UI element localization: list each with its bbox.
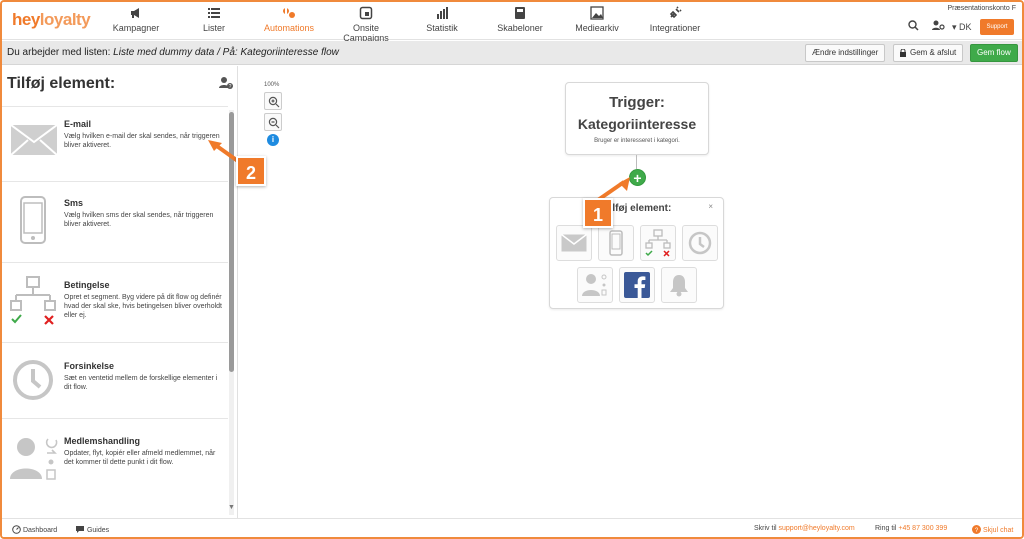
nav-label: Kampagner [112, 23, 160, 33]
svg-text:?: ? [229, 84, 232, 90]
support-email-link[interactable]: support@heyloyalty.com [779, 525, 855, 532]
heyloyalty-logo[interactable]: heyloyalty [12, 10, 91, 30]
phone-icon [609, 230, 623, 256]
element-betingelse[interactable]: Betingelse Opret et segment. Byg videre … [2, 262, 228, 342]
megaphone-icon [131, 8, 139, 18]
trigger-node[interactable]: Trigger: Kategoriinteresse Bruger er int… [565, 82, 709, 155]
popup-member-action-tile[interactable] [577, 267, 613, 303]
nav-label: Mediearkiv [575, 23, 619, 33]
popup-facebook-tile[interactable] [619, 267, 655, 303]
zoom-in-button[interactable] [264, 92, 282, 110]
add-element-popup: Tilføj element: × [549, 197, 724, 309]
user-settings-icon[interactable] [932, 20, 945, 31]
nav-label: Statistik [426, 23, 458, 33]
phone-icon [20, 196, 46, 244]
language-select[interactable]: ▾ DK [952, 22, 972, 33]
nav-statistik[interactable]: Statistik [422, 6, 462, 38]
nav-label: Automations [263, 23, 315, 33]
app-window: heyloyalty Kampagner Lister Automations … [0, 0, 1024, 539]
window-icon [359, 6, 373, 20]
zoom-in-icon [268, 96, 280, 108]
condition-branch-icon [645, 229, 671, 257]
flow-connector [636, 155, 637, 169]
nav-mediearkiv[interactable]: Mediearkiv [573, 6, 621, 38]
plug-icon [669, 6, 682, 19]
nav-kampagner[interactable]: Kampagner [110, 6, 162, 38]
element-medlemshandling[interactable]: Medlemshandling Opdater, flyt, kopiér el… [2, 418, 228, 503]
scroll-down-arrow-icon[interactable]: ▼ [228, 504, 235, 511]
template-icon [515, 7, 525, 19]
flow-name: Kategoriinteresse flow [240, 47, 339, 58]
close-icon[interactable]: × [708, 202, 713, 211]
footer-email-contact: Skriv til support@heyloyalty.com [754, 525, 855, 532]
clock-icon [13, 360, 53, 400]
image-icon [590, 6, 604, 20]
top-navigation: heyloyalty Kampagner Lister Automations … [2, 2, 1022, 43]
help-circle-icon: ? [972, 525, 981, 534]
save-exit-button[interactable]: Gem & afslut [893, 44, 964, 62]
trigger-type: Kategoriinteresse [577, 116, 697, 132]
panel-title: Tilføj element: [7, 75, 116, 92]
nav-label: Skabeloner [497, 23, 543, 33]
nav-integrationer[interactable]: Integrationer [648, 6, 702, 38]
chat-bubble-icon [76, 526, 84, 533]
search-icon[interactable] [908, 20, 919, 31]
list-icon [208, 8, 220, 18]
flow-subbar: Du arbejder med listen: Liste med dummy … [2, 41, 1022, 65]
bell-icon [670, 275, 688, 297]
popup-sms-tile[interactable] [598, 225, 634, 261]
footer-dashboard-link[interactable]: Dashboard [12, 525, 57, 534]
support-phone-link[interactable]: +45 87 300 399 [898, 525, 947, 532]
nav-onsite-campaigns[interactable]: Onsite Campaigns [332, 6, 400, 43]
popup-condition-tile[interactable] [640, 225, 676, 261]
callout-marker-one: 1 [583, 198, 613, 228]
element-forsinkelse[interactable]: Forsinkelse Sæt en ventetid mellem de fo… [2, 342, 228, 418]
save-flow-button[interactable]: Gem flow [970, 44, 1018, 62]
zoom-level: 100% [264, 82, 280, 88]
callout-marker-two: 2 [236, 156, 266, 186]
footer-guides-link[interactable]: Guides [75, 525, 109, 534]
trigger-description: Bruger er interesseret i kategori. [594, 138, 680, 144]
list-name: Liste med dummy data [113, 47, 215, 58]
automation-icon [283, 7, 295, 18]
nav-label: Onsite Campaigns [343, 23, 389, 43]
popup-email-tile[interactable] [556, 225, 592, 261]
footer-phone-contact: Ring til +45 87 300 399 [875, 525, 948, 532]
account-name[interactable]: Præsentationskonto F [948, 5, 1016, 12]
info-icon[interactable]: i [267, 134, 279, 146]
footer-bar: Dashboard Guides Skriv til support@heylo… [2, 518, 1022, 537]
hide-chat-button[interactable]: ? Skjul chat [972, 525, 1013, 534]
clock-icon [688, 231, 712, 255]
member-action-icon [582, 274, 607, 296]
support-button[interactable]: Support [980, 19, 1014, 35]
nav-skabeloner[interactable]: Skabeloner [496, 6, 544, 38]
nav-lister[interactable]: Lister [194, 6, 234, 38]
breadcrumb: Du arbejder med listen: Liste med dummy … [7, 47, 339, 58]
member-action-icon [10, 438, 58, 480]
nav-automations[interactable]: Automations [260, 6, 318, 38]
envelope-icon [10, 124, 58, 156]
nav-label: Integrationer [649, 23, 701, 33]
gauge-icon [12, 525, 21, 534]
facebook-icon [624, 272, 650, 298]
bar-chart-icon [437, 7, 448, 19]
envelope-icon [561, 234, 587, 252]
popup-title: Tilføj element: [603, 203, 672, 214]
lock-icon [900, 49, 906, 57]
element-email[interactable]: E-mail Vælg hvilken e-mail der skal send… [2, 106, 228, 181]
change-settings-button[interactable]: Ændre indstillinger [805, 44, 886, 62]
condition-branch-icon [10, 276, 56, 325]
zoom-out-icon [268, 117, 280, 129]
zoom-out-button[interactable] [264, 113, 282, 131]
element-sms[interactable]: Sms Vælg hvilken sms der skal sendes, nå… [2, 181, 228, 262]
trigger-label: Trigger: [609, 94, 665, 111]
popup-delay-tile[interactable] [682, 225, 718, 261]
nav-label: Lister [202, 23, 225, 33]
popup-notification-tile[interactable] [661, 267, 697, 303]
user-help-icon[interactable]: ? [219, 76, 233, 90]
